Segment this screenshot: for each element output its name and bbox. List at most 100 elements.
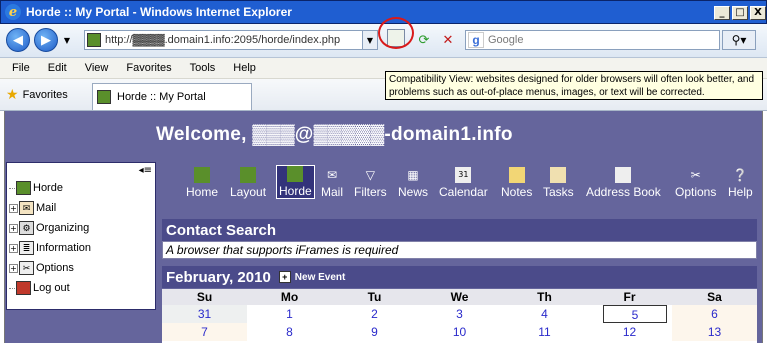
nav-help[interactable]: ❔ Help [728, 165, 753, 199]
favorites-button[interactable]: ★ Favorites [6, 86, 68, 103]
tree-line [9, 287, 15, 289]
horde-icon [287, 166, 304, 182]
browser-tab[interactable]: Horde :: My Portal [92, 83, 252, 110]
sidebar-item-logout[interactable]: Log out [9, 279, 70, 297]
day-header-sa: Sa [672, 289, 757, 305]
nav-notes[interactable]: Notes [501, 165, 532, 199]
calendar-day[interactable]: 6 [672, 305, 757, 323]
nav-options[interactable]: ✂ Options [675, 165, 716, 199]
calendar-day[interactable]: 1 [247, 305, 332, 323]
sidebar-item-options[interactable]: + ✂ Options [9, 259, 74, 277]
nav-calendar[interactable]: 31 Calendar [439, 165, 488, 199]
sidebar-item-organizing[interactable]: + ⚙ Organizing [9, 219, 89, 237]
day-header-su: Su [162, 289, 247, 305]
window-title: Horde :: My Portal - Windows Internet Ex… [26, 5, 292, 19]
search-placeholder: Google [488, 34, 524, 46]
expand-icon[interactable]: + [9, 203, 18, 213]
menu-help[interactable]: Help [233, 62, 256, 74]
options-icon: ✂ [690, 168, 701, 182]
day-header-mo: Mo [247, 289, 332, 305]
nav-label: Help [728, 185, 753, 199]
nav-label: Notes [501, 185, 533, 199]
calendar-icon: 31 [455, 167, 472, 183]
calendar-day[interactable]: 13 [672, 323, 757, 341]
calendar-day[interactable]: 11 [502, 323, 587, 341]
collapse-sidebar-icon[interactable]: ◂≡ [139, 165, 152, 176]
sidebar-label: Options [36, 262, 74, 274]
calendar-header: February, 2010 + New Event [162, 266, 757, 288]
expand-icon[interactable]: + [9, 223, 18, 233]
menu-favorites[interactable]: Favorites [126, 62, 171, 74]
star-icon: ★ [6, 86, 19, 102]
calendar-day[interactable]: 31 [162, 305, 247, 323]
calendar-day[interactable]: 2 [332, 305, 417, 323]
stop-button[interactable]: ✕ [438, 30, 458, 50]
day-header-tu: Tu [332, 289, 417, 305]
menu-view[interactable]: View [85, 62, 109, 74]
sidebar-item-mail[interactable]: + ✉ Mail [9, 199, 56, 217]
day-header-th: Th [502, 289, 587, 305]
calendar-month: February, 2010 [166, 268, 271, 286]
menu-tools[interactable]: Tools [190, 62, 216, 74]
sidebar-item-horde[interactable]: Horde [9, 179, 63, 197]
nav-mail[interactable]: ✉ Mail [321, 165, 343, 199]
url-text: http://▓▓▓▓.domain1.info:2095/horde/inde… [105, 34, 341, 46]
calendar-day[interactable]: 8 [247, 323, 332, 341]
nav-home[interactable]: Home [186, 165, 218, 199]
sidebar-label: Mail [36, 202, 57, 214]
mail-icon: ✉ [19, 201, 34, 215]
calendar-day[interactable]: 12 [587, 323, 672, 341]
day-header-fr: Fr [587, 289, 672, 305]
sidebar-item-information[interactable]: + ≣ Information [9, 239, 91, 257]
nav-layout[interactable]: Layout [230, 165, 266, 199]
nav-horde[interactable]: Horde [276, 165, 315, 199]
expand-icon[interactable]: + [9, 263, 18, 273]
search-button[interactable]: ⚲▾ [722, 30, 756, 50]
contact-search-title: Contact Search [162, 219, 757, 241]
search-input[interactable]: g Google [465, 30, 720, 50]
calendar-grid: Su Mo Tu We Th Fr Sa 31 1 2 3 4 5 6 7 8 … [162, 289, 757, 343]
organizing-icon: ⚙ [19, 221, 34, 235]
tasks-icon [550, 167, 567, 183]
nav-news[interactable]: ▦ News [398, 165, 428, 199]
mail-icon: ✉ [326, 168, 338, 182]
tab-title: Horde :: My Portal [117, 91, 206, 103]
calendar-day[interactable]: 4 [502, 305, 587, 323]
menu-file[interactable]: File [12, 62, 30, 74]
options-icon: ✂ [19, 261, 34, 275]
menu-edit[interactable]: Edit [48, 62, 67, 74]
nav-tasks[interactable]: Tasks [543, 165, 574, 199]
calendar-day-today[interactable]: 5 [603, 305, 667, 323]
nav-label: Horde [279, 184, 312, 198]
calendar-day[interactable]: 9 [332, 323, 417, 341]
refresh-button[interactable]: ⟳ [414, 30, 434, 50]
calendar-day[interactable]: 3 [417, 305, 502, 323]
nav-address-book[interactable]: Address Book [586, 165, 661, 199]
history-dropdown[interactable]: ▼ [60, 30, 74, 50]
sidebar-label: Organizing [36, 222, 90, 234]
back-button[interactable]: ◀ [6, 28, 30, 52]
news-icon: ▦ [407, 168, 419, 182]
maximize-button[interactable]: □ [732, 6, 748, 20]
address-bar[interactable]: http://▓▓▓▓.domain1.info:2095/horde/inde… [84, 30, 378, 50]
nav-label: Calendar [439, 185, 488, 199]
magnifier-icon: ⚲▾ [731, 33, 747, 47]
highlight-circle [378, 17, 414, 49]
address-book-icon [615, 167, 632, 183]
google-icon: g [468, 32, 484, 48]
expand-icon[interactable]: + [9, 243, 18, 253]
information-icon: ≣ [19, 241, 34, 255]
new-event-icon[interactable]: + [278, 271, 291, 283]
forward-button[interactable]: ▶ [34, 28, 58, 52]
sidebar-menu: ◂≡ Horde + ✉ Mail + ⚙ Organizing + ≣ Informati… [6, 162, 156, 310]
horde-icon [16, 181, 31, 195]
nav-filters[interactable]: ▽ Filters [354, 165, 387, 199]
tab-site-icon [97, 90, 111, 104]
calendar-day[interactable]: 7 [162, 323, 247, 341]
calendar-day[interactable]: 10 [417, 323, 502, 341]
close-window-button[interactable]: X [750, 6, 766, 20]
welcome-heading: Welcome, ▓▓▓@▓▓▓▓▓-domain1.info [156, 124, 513, 145]
new-event-link[interactable]: New Event [295, 272, 346, 283]
minimize-button[interactable]: _ [714, 6, 730, 20]
address-dropdown[interactable]: ▼ [362, 30, 378, 50]
